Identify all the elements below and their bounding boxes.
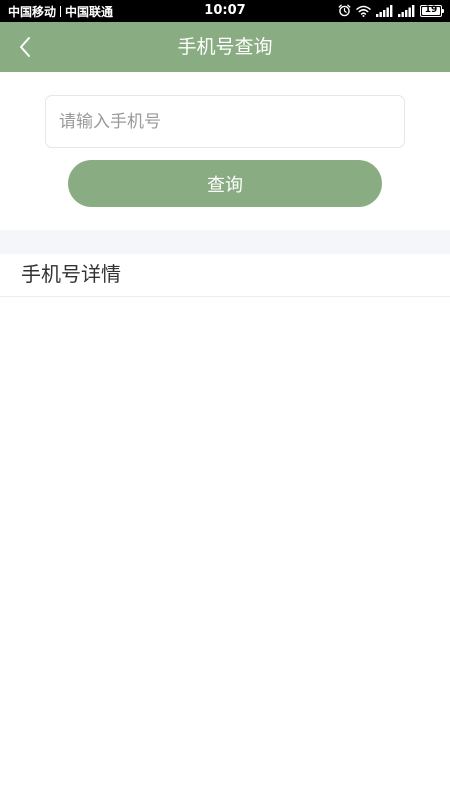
signal-icon bbox=[376, 4, 393, 17]
page-title: 手机号查询 bbox=[177, 36, 273, 58]
details-title: 手机号详情 bbox=[21, 262, 121, 286]
wifi-icon bbox=[356, 5, 371, 17]
phone-query-screen: 中国移动 中国联通 10:07 19 手机号查询 请输入手机号 查询 手机号详情 bbox=[0, 0, 450, 800]
details-section-header: 手机号详情 bbox=[0, 254, 450, 297]
battery-level: 19 bbox=[424, 5, 438, 15]
query-button[interactable]: 查询 bbox=[68, 160, 382, 207]
section-divider bbox=[0, 230, 450, 254]
status-bar: 中国移动 中国联通 10:07 19 bbox=[0, 0, 450, 22]
details-content-area bbox=[0, 298, 450, 800]
status-icons: 19 bbox=[338, 4, 444, 17]
alarm-icon bbox=[338, 4, 351, 17]
signal-icon bbox=[398, 4, 415, 17]
phone-number-input[interactable] bbox=[45, 95, 405, 148]
nav-header: 手机号查询 bbox=[0, 22, 450, 72]
battery-icon: 19 bbox=[420, 4, 444, 17]
